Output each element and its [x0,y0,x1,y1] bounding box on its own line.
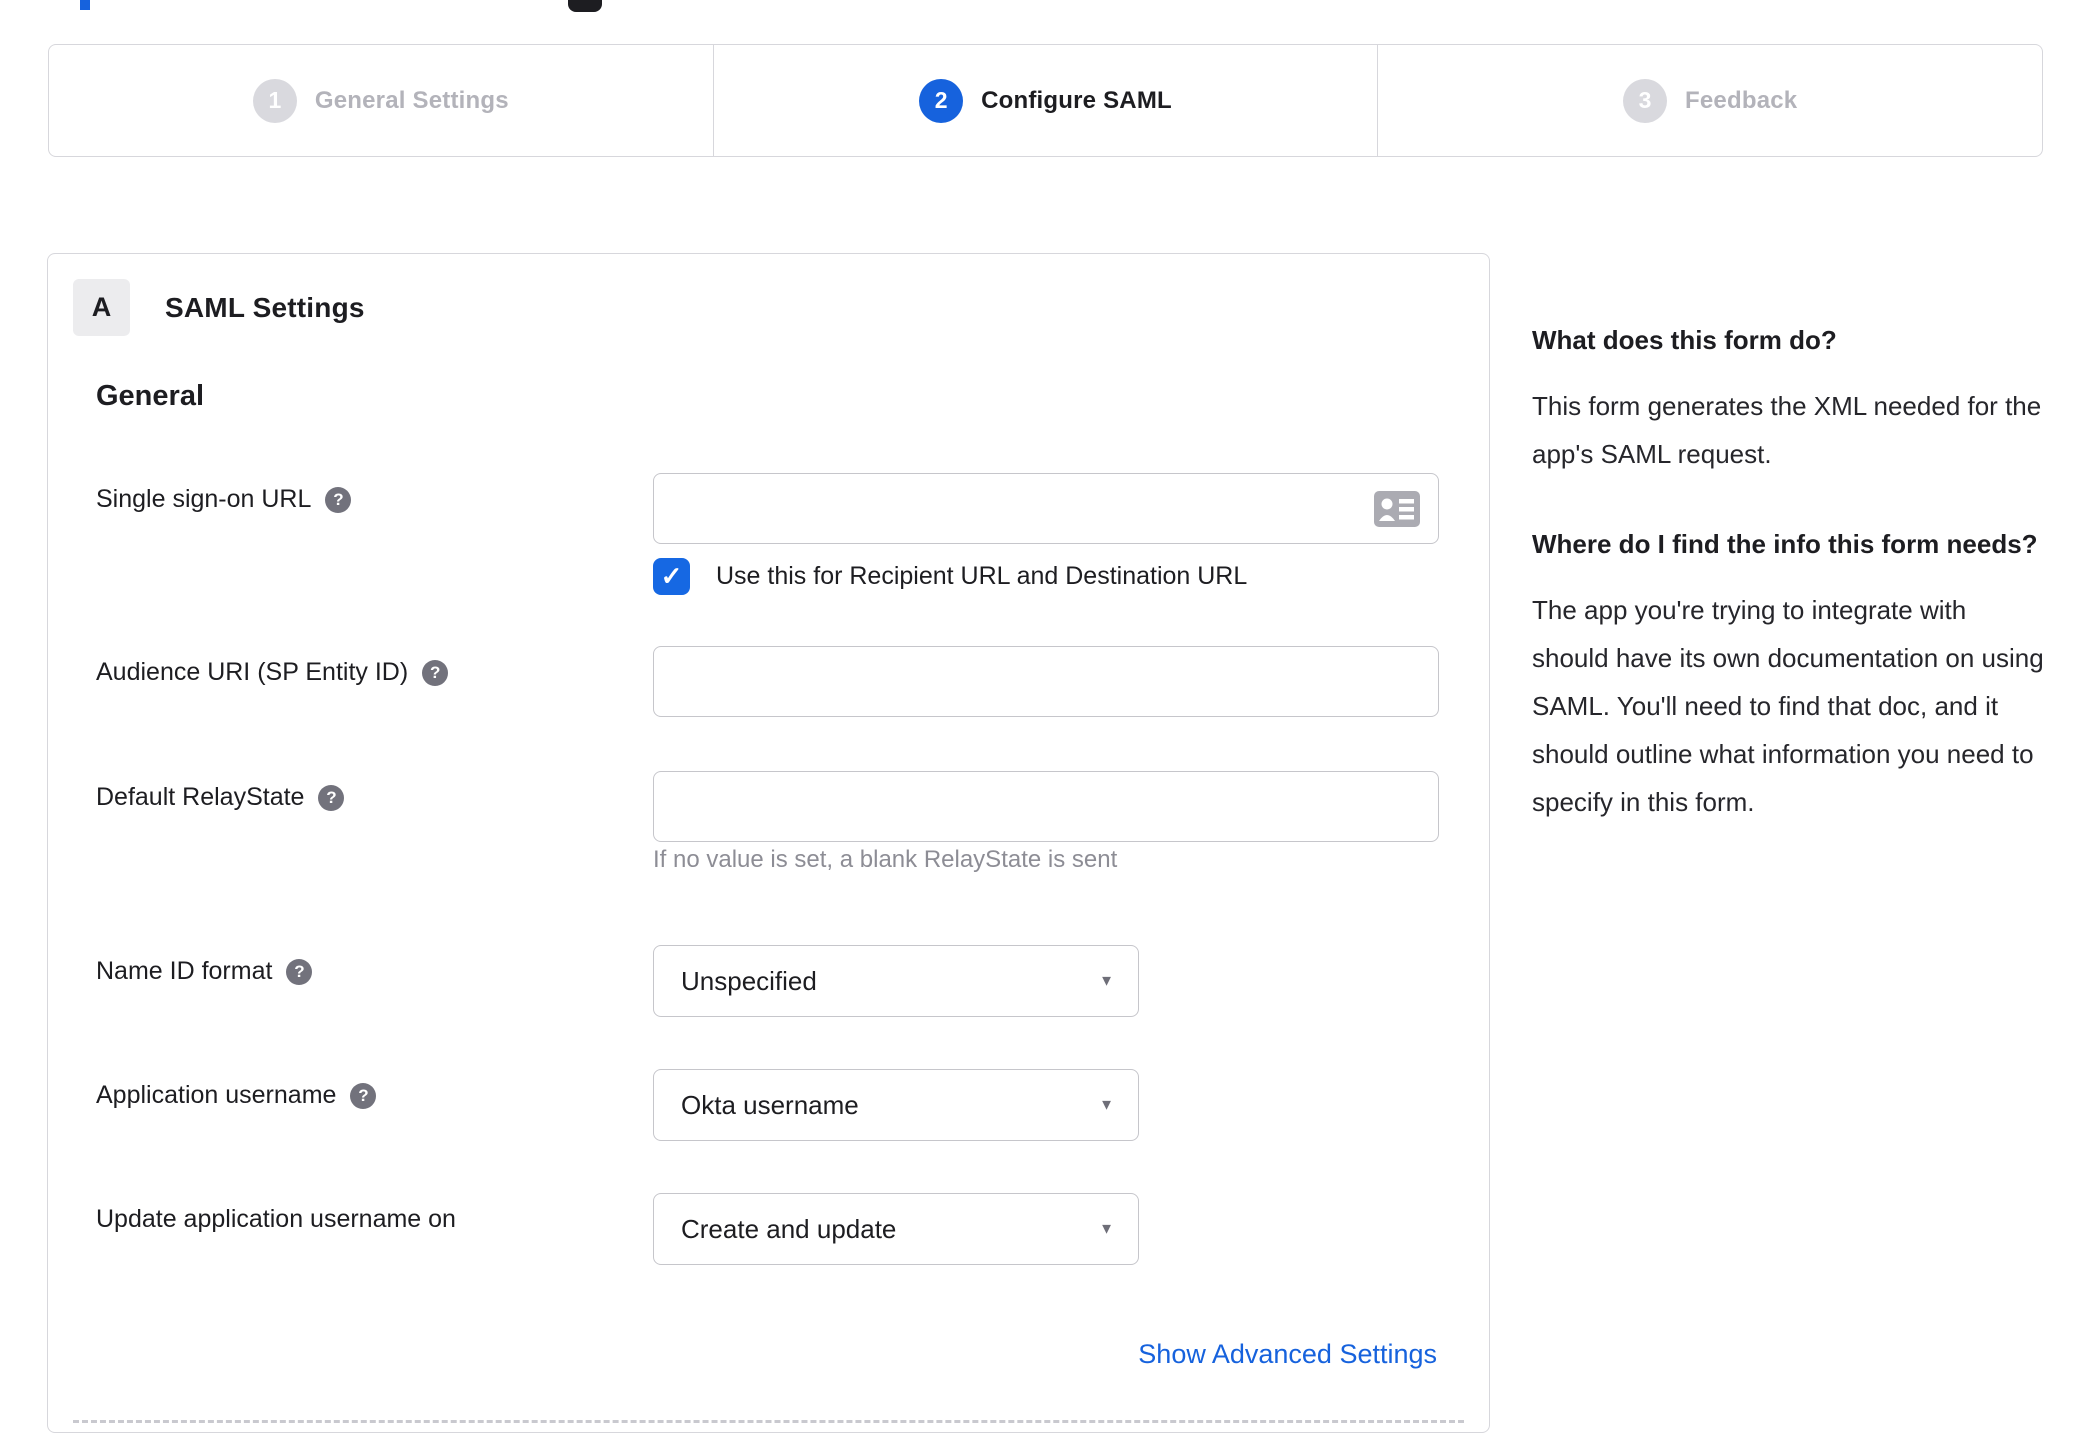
audience-uri-label: Audience URI (SP Entity ID) ? [96,658,449,687]
audience-uri-input[interactable] [653,646,1439,717]
chevron-down-icon: ▼ [1099,1220,1114,1238]
relaystate-input-wrap [653,771,1439,842]
step-3-label: Feedback [1685,86,1798,114]
name-id-format-value: Unspecified [681,965,817,996]
step-1-label: General Settings [314,86,509,114]
show-advanced-settings-link[interactable]: Show Advanced Settings [1138,1339,1437,1370]
recipient-url-checkbox-row: ✓ Use this for Recipient URL and Destina… [653,558,1247,595]
name-id-format-label: Name ID format ? [96,957,313,986]
step-feedback[interactable]: 3 Feedback [1377,45,2042,156]
app-username-select[interactable]: Okta username ▼ [653,1069,1139,1141]
section-a-badge: A [73,279,130,336]
audience-uri-label-text: Audience URI (SP Entity ID) [96,658,409,686]
sidebar-para-what: This form generates the XML needed for t… [1532,391,2042,469]
sso-url-label-text: Single sign-on URL [96,485,312,513]
app-username-label-text: Application username [96,1081,337,1109]
saml-settings-panel: A SAML Settings General Single sign-on U… [47,253,1490,1433]
step-2-circle: 2 [919,78,964,123]
relaystate-help-icon[interactable]: ? [318,784,345,811]
step-configure-saml[interactable]: 2 Configure SAML [712,45,1378,156]
step-3-circle: 3 [1623,78,1668,123]
app-username-label: Application username ? [96,1081,377,1110]
sso-url-input[interactable] [653,473,1439,544]
wizard-step-bar: 1 General Settings 2 Configure SAML 3 Fe… [48,44,2043,157]
sso-url-label: Single sign-on URL ? [96,485,352,514]
section-dotted-divider [73,1420,1464,1423]
name-id-format-select[interactable]: Unspecified ▼ [653,945,1139,1017]
sidebar-heading-where: Where do I find the info this form needs… [1532,529,2038,559]
cutoff-logo-remnant [568,0,602,12]
chevron-down-icon: ▼ [1099,1096,1114,1114]
app-username-help-icon[interactable]: ? [350,1082,377,1109]
contact-card-icon[interactable] [1373,490,1421,528]
relaystate-label: Default RelayState ? [96,783,345,812]
step-1-circle: 1 [252,78,297,123]
name-id-help-icon[interactable]: ? [286,958,313,985]
recipient-url-checkbox-label: Use this for Recipient URL and Destinati… [716,562,1248,590]
name-id-format-label-text: Name ID format [96,957,273,985]
sidebar-para-where: The app you're trying to integrate with … [1532,595,2044,817]
update-username-value: Create and update [681,1213,897,1244]
audience-help-icon[interactable]: ? [422,659,449,686]
panel-title: SAML Settings [165,291,365,323]
cutoff-blue-tab-indicator [80,0,90,10]
step-2-label: Configure SAML [981,86,1172,114]
chevron-down-icon: ▼ [1099,972,1114,990]
sso-help-icon[interactable]: ? [325,486,352,513]
update-username-label: Update application username on [96,1205,456,1234]
relaystate-input[interactable] [653,771,1439,842]
general-section-title: General [96,380,204,412]
recipient-url-checkbox[interactable]: ✓ [653,558,690,595]
help-sidebar: What does this form do? This form genera… [1532,318,2047,826]
sso-url-input-wrap [653,473,1439,544]
app-username-value: Okta username [681,1089,859,1120]
step-general-settings[interactable]: 1 General Settings [49,45,713,156]
audience-uri-input-wrap [653,646,1439,717]
update-username-select[interactable]: Create and update ▼ [653,1193,1139,1265]
relaystate-hint: If no value is set, a blank RelayState i… [653,846,1118,873]
relaystate-label-text: Default RelayState [96,783,305,811]
sidebar-heading-what: What does this form do? [1532,325,1837,355]
update-username-label-text: Update application username on [96,1205,456,1233]
